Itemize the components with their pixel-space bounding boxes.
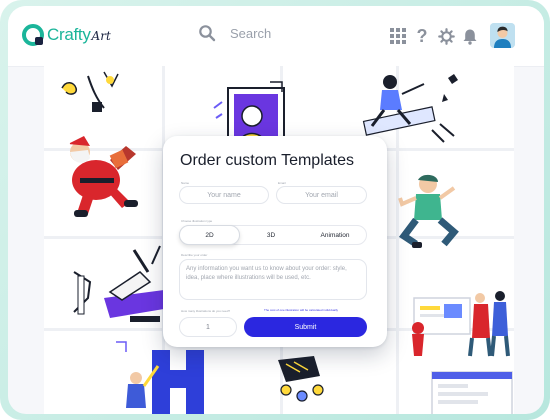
- logo[interactable]: Crafty Art: [22, 24, 111, 46]
- email-field[interactable]: Your email: [276, 186, 367, 204]
- pricing-note: The cost of one illustration will be cal…: [264, 308, 339, 312]
- email-label: Email: [278, 181, 286, 185]
- app-screen: Crafty Art Search ? Order custom Templat…: [8, 6, 544, 414]
- santa-illustration[interactable]: [54, 130, 149, 222]
- logo-text-art: Art: [91, 29, 111, 43]
- name-label: Name: [181, 181, 190, 185]
- style-option-3d[interactable]: 3D: [243, 225, 299, 245]
- avatar[interactable]: [490, 23, 515, 48]
- bell-icon[interactable]: [460, 26, 480, 46]
- app-frame: Crafty Art Search ? Order custom Templat…: [0, 0, 550, 420]
- submit-button[interactable]: Submit: [244, 317, 367, 337]
- style-option-2d[interactable]: 2D: [179, 225, 240, 245]
- letter-h-illustration[interactable]: [114, 338, 224, 414]
- description-textarea[interactable]: Any information you want us to know abou…: [179, 259, 367, 300]
- logo-mark-icon: [22, 24, 44, 46]
- search-icon: [199, 25, 216, 42]
- quantity-label: How many illustrations do you need?: [181, 309, 231, 313]
- modal-title: Order custom Templates: [180, 152, 354, 169]
- description-label: Describe your order: [181, 253, 208, 257]
- team-board-illustration[interactable]: [402, 278, 512, 358]
- style-option-animation[interactable]: Animation: [303, 225, 367, 245]
- name-field[interactable]: Your name: [179, 186, 269, 204]
- grid-icon[interactable]: [388, 26, 408, 46]
- search-bar[interactable]: Search: [198, 24, 271, 42]
- browser-illustration[interactable]: [428, 366, 514, 414]
- search-input[interactable]: Search: [230, 26, 271, 41]
- order-modal: Order custom Templates Name Your name Em…: [163, 136, 387, 347]
- logo-text: Crafty: [47, 25, 91, 44]
- drone-illustration[interactable]: [264, 350, 344, 414]
- quantity-input[interactable]: 1: [179, 317, 237, 337]
- settings-icon[interactable]: [436, 26, 456, 46]
- workbench-illustration[interactable]: [70, 242, 178, 326]
- style-label: Choose illustration type: [181, 219, 213, 223]
- top-header: Crafty Art Search ?: [8, 6, 544, 67]
- help-icon[interactable]: ?: [412, 26, 432, 46]
- doodle-illustration[interactable]: [52, 68, 122, 118]
- green-person-illustration[interactable]: [398, 174, 462, 254]
